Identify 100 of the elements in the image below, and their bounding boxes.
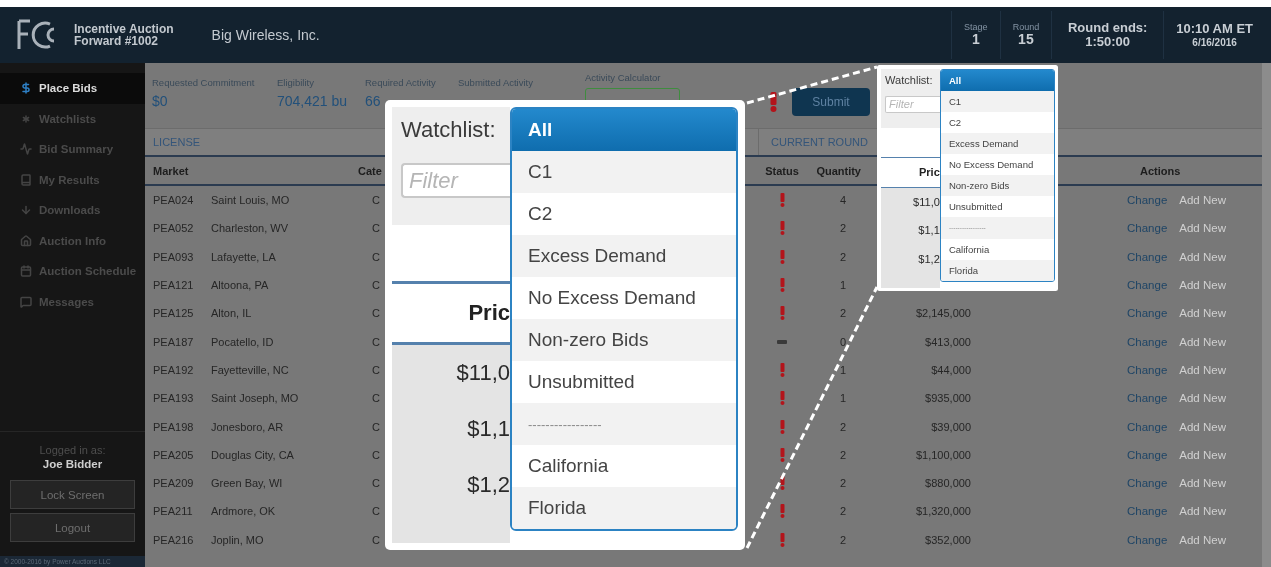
table-cell-text: C (371, 392, 380, 405)
summary-label: Requested Commitment (152, 77, 256, 88)
table-cell-text: PEA187 (153, 335, 195, 348)
table-cell-text: $352,000 (924, 533, 972, 546)
separator-option: ----------------- (512, 403, 736, 445)
price-cell: $1,2 (918, 252, 940, 265)
table-cell-text: Lafayette, LA (211, 250, 277, 263)
pulse-icon (20, 143, 32, 156)
table-cell-text: C (371, 505, 380, 518)
column-header: Quantity (815, 164, 861, 177)
table-cell-text: C (371, 477, 380, 490)
column-header: Cate (358, 164, 382, 177)
dropdown-option[interactable]: Florida (940, 259, 1054, 281)
stat-label: Round (1012, 22, 1040, 33)
dropdown-option[interactable]: Excess Demand (940, 132, 1054, 154)
change-link[interactable]: Change (1127, 307, 1168, 320)
logout-button[interactable]: Logout (10, 513, 135, 542)
table-cell-text: $1,320,000 (914, 505, 972, 518)
table-cell-text: PEA024 (153, 194, 195, 207)
table-cell-text: PEA209 (153, 477, 195, 490)
change-link[interactable]: Change (1127, 533, 1168, 546)
auction-title: Incentive Auction (74, 23, 174, 35)
asterisk-icon (20, 112, 32, 125)
filter-field[interactable]: Filter (401, 163, 510, 198)
table-cell-text: Joplin, MO (211, 533, 265, 546)
book-icon (20, 173, 32, 186)
table-cell-text: C (371, 279, 380, 292)
table-cell-text: $2,145,000 (914, 307, 972, 320)
stat-label: Stage (964, 22, 988, 33)
change-link[interactable]: Change (1127, 505, 1168, 518)
table-cell-text: 2 (838, 222, 847, 235)
dropdown-option[interactable]: C1 (940, 90, 1054, 112)
change-link[interactable]: Change (1127, 420, 1168, 433)
arrow-down-icon (20, 204, 32, 217)
clock-time: 10:10 AM ET (1176, 22, 1253, 37)
dropdown-option[interactable]: Non-zero Bids (512, 319, 736, 361)
change-link[interactable]: Change (1127, 194, 1168, 207)
table-cell-text: PEA093 (153, 250, 195, 263)
price-cell: $1,2 (467, 472, 510, 498)
table-cell-text: 2 (838, 477, 847, 490)
table-cell-text: C (371, 222, 380, 235)
round-timer: 1:50:00 (1085, 35, 1131, 50)
table-cell-text: Ardmore, OK (211, 505, 277, 518)
table-cell-text: Douglas City, CA (211, 448, 295, 461)
company-name: Big Wireless, Inc. (211, 27, 320, 43)
table-cell-text: 2 (838, 250, 847, 263)
calculator-label: Activity Calculator (585, 72, 662, 83)
table-cell-text: Saint Joseph, MO (211, 392, 300, 405)
dropdown-option[interactable]: C1 (512, 151, 736, 193)
column-header: Market (153, 164, 190, 177)
summary-label: Required Activity (365, 77, 437, 88)
section-label: LICENSE (153, 136, 202, 148)
table-cell-text: PEA193 (153, 392, 195, 405)
price-cell: $11,0 (456, 360, 510, 386)
summary-value: $0 (152, 93, 169, 109)
change-link[interactable]: Change (1127, 477, 1168, 490)
table-cell-text: 2 (838, 307, 847, 320)
dropdown-option[interactable]: Excess Demand (512, 235, 736, 277)
table-cell-text: $44,000 (930, 363, 972, 376)
table-cell-text: Pocatello, ID (211, 335, 275, 348)
change-link[interactable]: Change (1127, 279, 1168, 292)
table-cell-text: $1,100,000 (914, 448, 972, 461)
table-cell-text: 0 (838, 335, 847, 348)
dropdown-option[interactable]: Non-zero Bids (940, 175, 1054, 197)
filter-field[interactable]: Filter (885, 95, 940, 114)
table-cell-text: PEA198 (153, 420, 195, 433)
column-header: Actions (1139, 164, 1182, 177)
column-header: Pric (468, 300, 510, 326)
lock-screen-button[interactable]: Lock Screen (10, 480, 135, 509)
change-link[interactable]: Change (1127, 335, 1168, 348)
change-link[interactable]: Change (1127, 222, 1168, 235)
watchlist-label: Watchlist: (401, 117, 497, 143)
change-link[interactable]: Change (1127, 392, 1168, 405)
nav-item[interactable]: Place Bids (0, 73, 145, 104)
change-link[interactable]: Change (1127, 448, 1168, 461)
table-cell-text: C (371, 363, 380, 376)
table-cell-text: C (371, 307, 380, 320)
dropdown-option[interactable]: All (940, 69, 1054, 91)
column-header: Pric (918, 166, 940, 179)
change-link[interactable]: Change (1127, 363, 1168, 376)
change-link[interactable]: Change (1127, 250, 1168, 263)
dollar-icon (20, 82, 32, 95)
table-cell-text: Jonesboro, AR (211, 420, 285, 433)
table-cell-text: Green Bay, WI (211, 477, 284, 490)
watchlist-menu[interactable]: All C1 C2 Excess Demand No Excess Demand Non-zero Bids Unsubmitted ----------------- California Florida (510, 107, 738, 531)
dropdown-option[interactable]: All (512, 109, 736, 151)
table-cell-text: PEA211 (153, 505, 194, 518)
submit-button[interactable]: Submit (792, 88, 870, 116)
table-cell-text: C (371, 194, 380, 207)
auction-number: Forward #1002 (74, 35, 160, 47)
dropdown-option[interactable]: Florida (512, 487, 736, 529)
price-cell: $1,1 (918, 224, 940, 237)
table-cell-text: Fayetteville, NC (211, 363, 290, 376)
price-cell: $11,0 (913, 196, 940, 209)
table-cell-text: 2 (838, 533, 847, 546)
table-cell-text: Alton, IL (211, 307, 253, 320)
table-cell-text: 1 (838, 363, 847, 376)
table-cell-text: PEA216 (153, 533, 195, 546)
speech-bubble-icon (20, 295, 32, 308)
table-cell-text: C (371, 533, 380, 546)
